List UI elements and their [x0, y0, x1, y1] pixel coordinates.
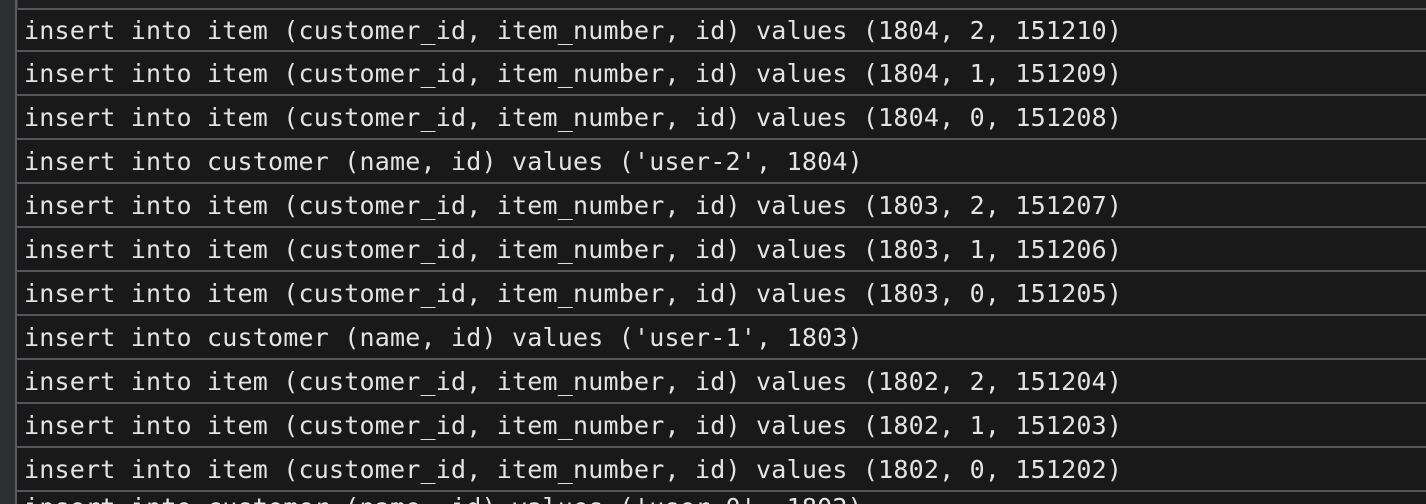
table-row[interactable]: insert into customer (name, id) values (…	[17, 140, 1426, 184]
sql-statement-cell[interactable]: insert into item (customer_id, item_numb…	[24, 59, 1122, 88]
row-header-gutter[interactable]	[0, 0, 17, 504]
table-row[interactable]: insert into customer (name, id) values (…	[17, 492, 1426, 504]
result-rows: insert into item (customer_id, item_numb…	[17, 8, 1426, 504]
sql-statement-cell[interactable]: insert into item (customer_id, item_numb…	[24, 455, 1122, 484]
sql-statement-cell[interactable]: insert into item (customer_id, item_numb…	[24, 103, 1122, 132]
table-row[interactable]: insert into item (customer_id, item_numb…	[17, 360, 1426, 404]
sql-statement-cell[interactable]: insert into customer (name, id) values (…	[24, 493, 863, 504]
table-row[interactable]: insert into item (customer_id, item_numb…	[17, 404, 1426, 448]
sql-statement-cell[interactable]: insert into item (customer_id, item_numb…	[24, 191, 1122, 220]
sql-result-grid: insert into item (customer_id, item_numb…	[0, 0, 1426, 504]
grid-corner-divider	[5, 0, 18, 10]
sql-statement-cell[interactable]: insert into item (customer_id, item_numb…	[24, 279, 1122, 308]
table-row[interactable]: insert into item (customer_id, item_numb…	[17, 184, 1426, 228]
sql-statement-cell[interactable]: insert into customer (name, id) values (…	[24, 323, 863, 352]
table-row[interactable]: insert into item (customer_id, item_numb…	[17, 448, 1426, 492]
table-row[interactable]: insert into item (customer_id, item_numb…	[17, 228, 1426, 272]
table-row[interactable]: insert into item (customer_id, item_numb…	[17, 96, 1426, 140]
sql-statement-cell[interactable]: insert into item (customer_id, item_numb…	[24, 235, 1122, 264]
sql-statement-cell[interactable]: insert into item (customer_id, item_numb…	[24, 411, 1122, 440]
sql-statement-cell[interactable]: insert into customer (name, id) values (…	[24, 147, 863, 176]
sql-statement-cell[interactable]: insert into item (customer_id, item_numb…	[24, 367, 1122, 396]
sql-statement-cell[interactable]: insert into item (customer_id, item_numb…	[24, 16, 1122, 45]
table-row[interactable]: insert into item (customer_id, item_numb…	[17, 8, 1426, 52]
table-row[interactable]: insert into item (customer_id, item_numb…	[17, 272, 1426, 316]
table-row[interactable]: insert into customer (name, id) values (…	[17, 316, 1426, 360]
table-row[interactable]: insert into item (customer_id, item_numb…	[17, 52, 1426, 96]
